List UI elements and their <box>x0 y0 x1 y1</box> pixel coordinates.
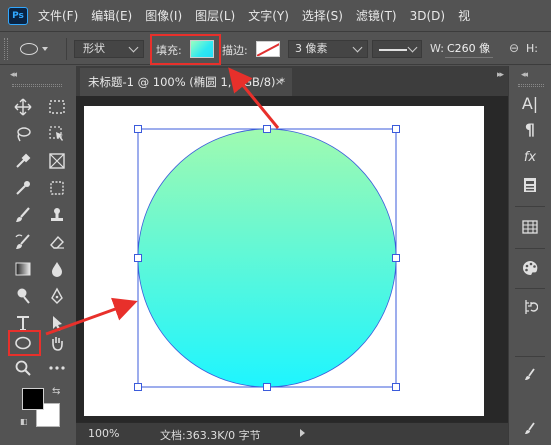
canvas-artwork[interactable] <box>76 66 508 445</box>
transform-handle <box>392 125 400 133</box>
divider <box>515 288 545 289</box>
zoom-level[interactable]: 100% <box>88 427 119 440</box>
divider <box>515 248 545 249</box>
gradient-icon[interactable] <box>12 258 34 280</box>
transform-handle <box>134 254 142 262</box>
transform-handle <box>392 383 400 391</box>
chevron-down-icon <box>128 42 139 53</box>
menu-view[interactable]: 视 <box>458 7 470 24</box>
options-grip[interactable] <box>4 38 8 60</box>
menu-filter[interactable]: 滤镜(T) <box>356 7 397 24</box>
swap-colors-icon[interactable]: ⇆ <box>52 386 60 397</box>
stroke-line-preview <box>379 49 407 51</box>
color-palette-icon[interactable] <box>519 257 541 279</box>
ellipse-preset-icon <box>20 43 38 55</box>
transform-handle <box>263 125 271 133</box>
stroke-label: 描边: <box>222 44 248 57</box>
stroke-type-select[interactable] <box>372 40 422 58</box>
stamp-icon[interactable] <box>46 204 68 226</box>
tool-mode-value: 形状 <box>83 42 105 55</box>
lasso-icon[interactable] <box>12 123 34 145</box>
transform-handle <box>134 383 142 391</box>
path-select-icon[interactable] <box>46 312 68 334</box>
transform-handle <box>263 383 271 391</box>
menu-image[interactable]: 图像(I) <box>145 7 182 24</box>
zoom-icon[interactable] <box>12 357 34 379</box>
default-colors-icon[interactable]: ◧ <box>20 417 28 426</box>
options-bar: 形状 填充: 描边: 3 像素 W: C260 像 ⊖ H: <box>0 31 551 65</box>
move-icon[interactable] <box>12 96 34 118</box>
fill-label: 填充: <box>156 44 182 57</box>
menu-bar: Ps 文件(F) 编辑(E) 图像(I) 图层(L) 文字(Y) 选择(S) 滤… <box>0 0 551 31</box>
tool-preset-picker[interactable] <box>14 39 60 59</box>
fx-icon[interactable]: fx <box>519 146 541 168</box>
divider <box>515 206 545 207</box>
eraser-icon[interactable] <box>46 231 68 253</box>
crop-eyedropper-icon[interactable] <box>12 177 34 199</box>
menu-layer[interactable]: 图层(L) <box>195 7 235 24</box>
transform-handle <box>134 125 142 133</box>
right-panel-dock: ◂◂ A| ¶ fx <box>508 66 551 445</box>
more-icon[interactable] <box>46 357 68 379</box>
chevron-down-icon <box>352 42 363 53</box>
character-icon[interactable]: A| <box>519 92 541 114</box>
width-label: W: <box>430 42 444 55</box>
tools-panel: ◂◂ ⇆ ◧ <box>0 66 75 445</box>
paragraph-icon[interactable]: ¶ <box>519 118 541 140</box>
ellipse-shape <box>137 128 397 388</box>
menu-edit[interactable]: 编辑(E) <box>91 7 132 24</box>
ellipse-icon[interactable] <box>12 332 34 354</box>
properties-icon[interactable] <box>519 174 541 196</box>
stroke-swatch[interactable] <box>256 41 280 57</box>
height-label: H: <box>526 42 538 55</box>
status-menu-arrow-icon[interactable] <box>300 429 305 437</box>
tools-grip[interactable] <box>12 84 62 87</box>
brush-panel-icon[interactable] <box>519 364 541 386</box>
divider <box>66 38 67 60</box>
transform-handle <box>392 254 400 262</box>
marquee-icon[interactable] <box>46 96 68 118</box>
chevron-down-icon <box>407 42 418 53</box>
status-bar: 100% 文档:363.3K/0 字节 <box>76 422 508 445</box>
object-select-icon[interactable] <box>46 123 68 145</box>
hand-icon[interactable] <box>46 332 68 354</box>
photoshop-logo-icon: Ps <box>8 6 28 25</box>
history-brush-icon[interactable] <box>12 231 34 253</box>
stroke-width-value: 3 像素 <box>295 42 328 55</box>
eyedropper-icon[interactable] <box>12 150 34 172</box>
chevron-down-icon <box>42 47 48 51</box>
menu-file[interactable]: 文件(F) <box>38 7 78 24</box>
stroke-width-select[interactable]: 3 像素 <box>288 40 368 58</box>
dodge-icon[interactable] <box>12 285 34 307</box>
table-icon[interactable] <box>519 216 541 238</box>
collapse-icon[interactable]: ◂◂ <box>521 70 528 80</box>
width-input[interactable]: C260 像 <box>445 40 493 58</box>
history-icon[interactable] <box>519 296 541 318</box>
document-info: 文档:363.3K/0 字节 <box>160 429 261 442</box>
patch-icon[interactable] <box>46 177 68 199</box>
fill-swatch[interactable] <box>190 40 214 58</box>
menu-3d[interactable]: 3D(D) <box>410 9 445 23</box>
tool-mode-select[interactable]: 形状 <box>74 40 144 58</box>
menu-type[interactable]: 文字(Y) <box>248 7 289 24</box>
link-icon[interactable]: ⊖ <box>509 41 519 55</box>
divider <box>515 356 545 357</box>
foreground-color-swatch[interactable] <box>22 388 44 410</box>
drop-icon[interactable] <box>46 258 68 280</box>
collapse-icon[interactable]: ◂◂ <box>10 70 17 80</box>
brush-icon[interactable] <box>12 204 34 226</box>
menu-select[interactable]: 选择(S) <box>302 7 343 24</box>
document-area: 未标题-1 @ 100% (椭圆 1, RGB/8) * × ▸▸ <box>76 66 508 445</box>
brush-preset-icon[interactable] <box>519 418 541 440</box>
frame-icon[interactable] <box>46 150 68 172</box>
panel-grip[interactable] <box>518 84 544 87</box>
pen-icon[interactable] <box>46 285 68 307</box>
